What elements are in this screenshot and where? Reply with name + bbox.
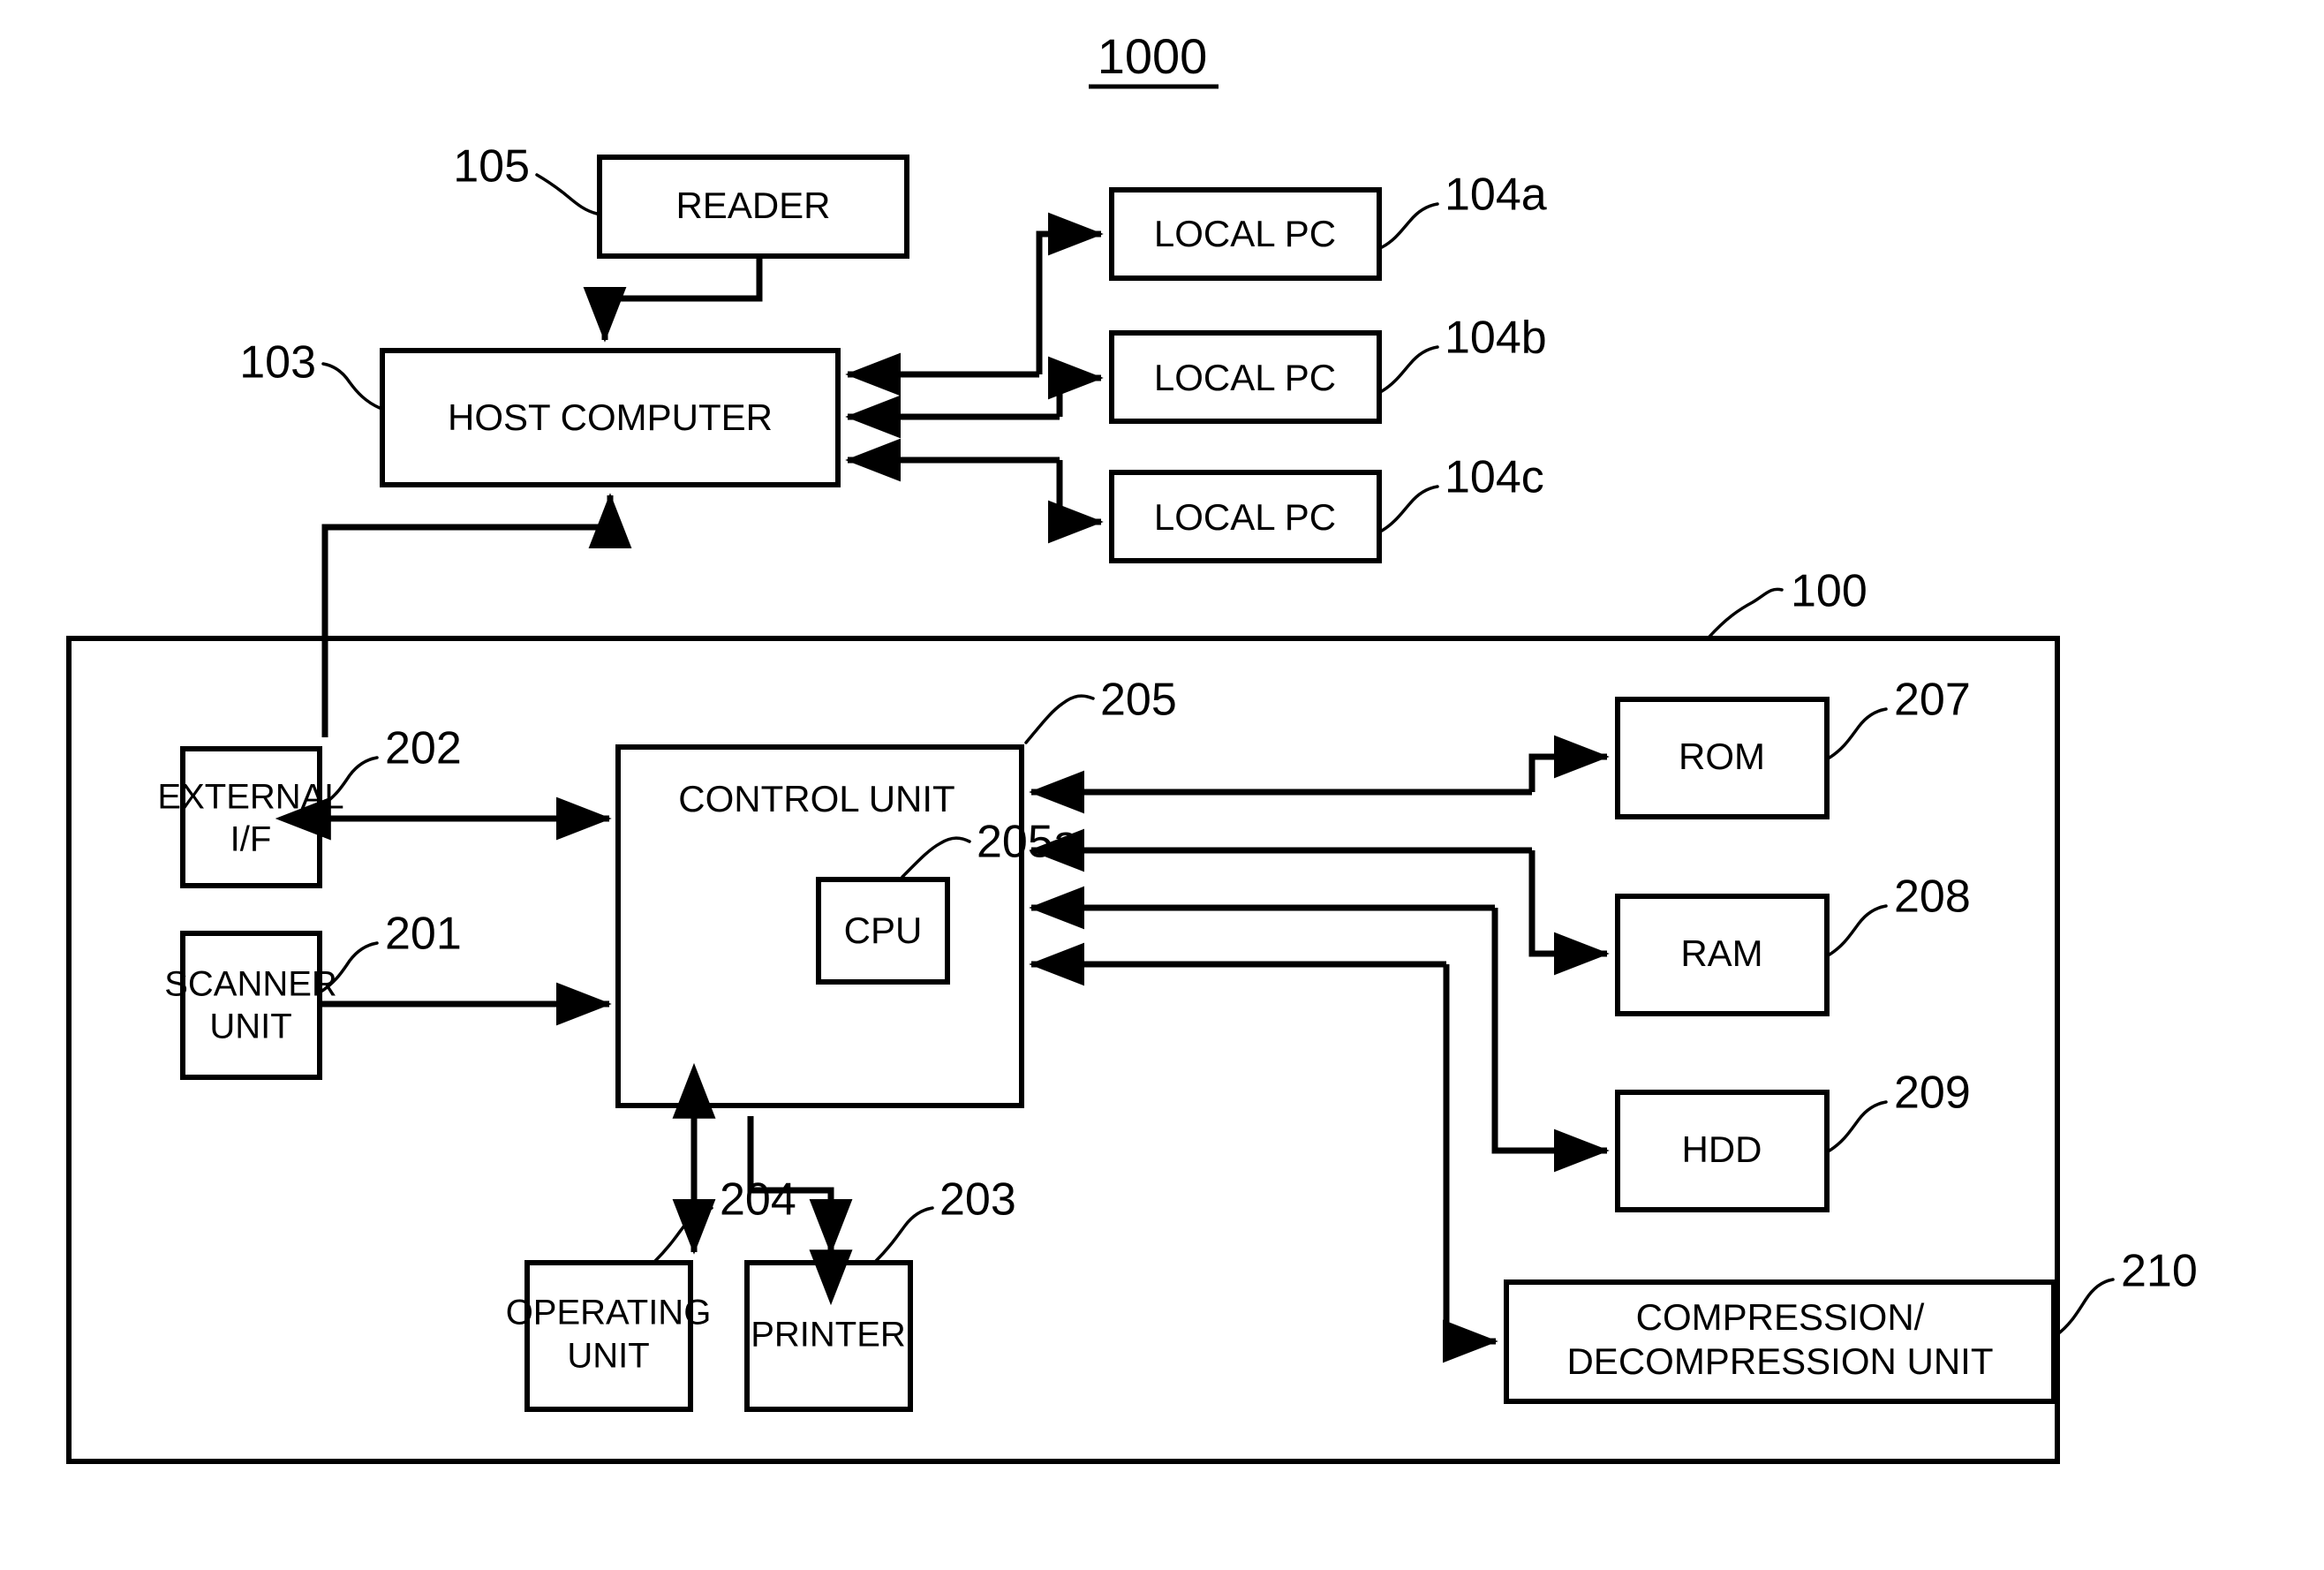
ref-label-104a: 104a — [1445, 170, 1547, 221]
operating-unit-label-line2: UNIT — [567, 1337, 649, 1376]
cpu-label: CPU — [844, 910, 923, 951]
operating-unit-label-line1: OPERATING — [506, 1294, 712, 1332]
local-pc-a-label: LOCAL PC — [1154, 213, 1336, 254]
local-pc-b-label: LOCAL PC — [1154, 357, 1336, 398]
lead-line-208 — [1828, 904, 1888, 956]
ref-label-201: 201 — [385, 909, 462, 960]
figure-canvas: 1000 100 READER 105 HOST COMPUTER 103 LO… — [0, 0, 2324, 1570]
control-unit-label: CONTROL UNIT — [678, 778, 954, 819]
connection-host-to-local-pc-c — [1047, 460, 1104, 544]
connection-host-to-local-pc-b — [1047, 356, 1104, 417]
rom-label: ROM — [1679, 736, 1765, 777]
reader-label: READER — [675, 185, 830, 226]
connection-control-unit-to-ram — [1528, 850, 1610, 976]
scanner-unit-label-line2: UNIT — [209, 1008, 291, 1046]
ram-label: RAM — [1680, 932, 1762, 974]
hdd-label: HDD — [1682, 1128, 1762, 1170]
ref-label-104b: 104b — [1445, 313, 1547, 364]
external-if-label-line2: I/F — [230, 820, 272, 859]
connection-external-if-to-host — [321, 493, 632, 737]
printer-label: PRINTER — [751, 1316, 906, 1355]
lead-line-100 — [1707, 587, 1784, 639]
lead-line-209 — [1828, 1100, 1888, 1152]
ref-label-105: 105 — [453, 141, 530, 192]
lead-line-210 — [2055, 1278, 2115, 1337]
ref-label-204: 204 — [720, 1174, 796, 1226]
connection-control-unit-to-rom — [1528, 735, 1610, 792]
ref-label-207: 207 — [1894, 675, 1971, 726]
scanner-unit-box[interactable] — [180, 931, 322, 1080]
ref-label-203: 203 — [939, 1174, 1016, 1226]
scanner-unit-label-line1: SCANNER — [164, 965, 337, 1004]
lead-line-104b — [1380, 345, 1439, 393]
lead-line-105 — [535, 173, 599, 215]
lead-line-207 — [1828, 707, 1888, 759]
connection-host-to-local-pc-a — [1036, 212, 1104, 374]
local-pc-c-label: LOCAL PC — [1154, 496, 1336, 538]
ref-label-208: 208 — [1894, 872, 1971, 923]
connection-control-unit-to-compression-unit — [1442, 964, 1498, 1363]
compression-unit-label-line2: DECOMPRESSION UNIT — [1566, 1340, 1993, 1382]
ref-label-205: 205 — [1100, 675, 1177, 726]
lead-line-203 — [874, 1206, 934, 1263]
system-block-diagram: 1000 100 READER 105 HOST COMPUTER 103 LO… — [66, 28, 2198, 1464]
ref-label-104c: 104c — [1445, 452, 1544, 503]
host-computer-label: HOST COMPUTER — [448, 396, 773, 438]
lead-line-204 — [653, 1206, 713, 1263]
ref-label-210: 210 — [2121, 1246, 2198, 1297]
lead-line-103 — [321, 362, 381, 410]
lead-line-104a — [1380, 202, 1439, 249]
connection-reader-to-host — [583, 256, 763, 343]
external-if-label-line1: EXTERNAL — [157, 778, 343, 817]
ref-label-103: 103 — [239, 337, 316, 389]
connection-control-unit-to-hdd — [1491, 908, 1610, 1173]
compression-unit-label-line1: COMPRESSION/ — [1636, 1296, 1925, 1338]
ref-label-209: 209 — [1894, 1068, 1971, 1119]
figure-title: 1000 — [1098, 28, 1208, 84]
lead-line-104c — [1380, 485, 1439, 532]
ref-label-205a: 205a — [977, 817, 1079, 868]
lead-line-205 — [1024, 694, 1095, 744]
ref-label-202: 202 — [385, 723, 462, 774]
external-if-box[interactable] — [180, 746, 322, 888]
ref-label-100: 100 — [1791, 566, 1868, 617]
